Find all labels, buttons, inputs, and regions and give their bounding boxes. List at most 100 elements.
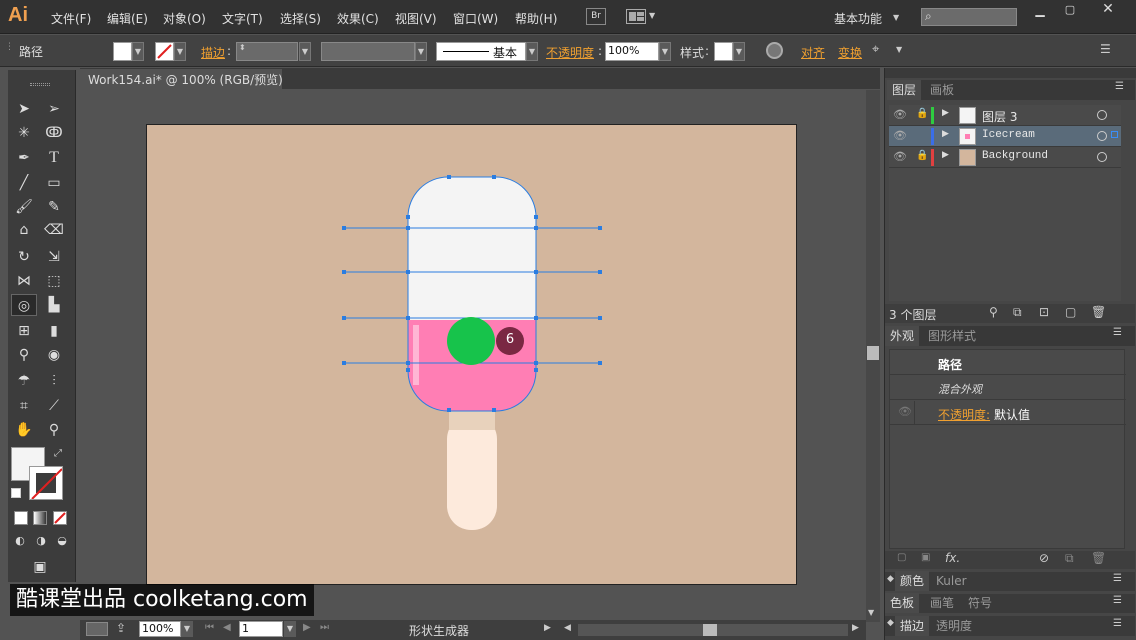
eye-icon[interactable]: 👁 (893, 108, 907, 121)
zoom-input[interactable]: 100% (139, 621, 181, 637)
horizontal-scrollbar[interactable] (578, 624, 848, 636)
zoom-dropdown[interactable]: ▼ (181, 621, 193, 637)
layer-row[interactable]: 👁 🔒 ▶ 图层 3 (889, 105, 1121, 126)
bridge-button[interactable]: Br (586, 8, 606, 25)
brush-dropdown[interactable]: ▼ (526, 42, 538, 61)
variable-width-dropdown[interactable]: ▼ (415, 42, 427, 61)
screen-mode-icon[interactable]: ▣ (27, 556, 53, 578)
layer-name[interactable]: Background (982, 150, 1048, 162)
artboard-tool-icon[interactable]: ⌗ (13, 395, 35, 417)
status-menu-icon[interactable]: ▶ (544, 623, 551, 633)
menu-effect[interactable]: 效果(C) (337, 10, 379, 27)
transform-link[interactable]: 变换 (838, 44, 862, 61)
chevron-down-icon[interactable]: ▼ (893, 13, 899, 22)
slice-tool-icon[interactable]: ⟋ (43, 395, 65, 417)
hand-tool-icon[interactable]: ✋ (13, 419, 35, 441)
clear-appearance-icon[interactable]: ⊘ (1039, 551, 1049, 565)
menu-select[interactable]: 选择(S) (280, 10, 321, 27)
recolor-artwork-icon[interactable] (766, 42, 783, 59)
h-scroll-thumb[interactable] (703, 624, 717, 636)
scroll-left-icon[interactable]: ◀ (564, 623, 571, 633)
first-artboard-icon[interactable]: ⏮ (205, 622, 214, 633)
expand-icon[interactable]: ◆ (887, 574, 894, 584)
workspace-switcher[interactable]: 基本功能 (834, 10, 882, 27)
layer-row[interactable]: 👁 🔒 ▶ Background (889, 147, 1121, 168)
magic-wand-tool-icon[interactable]: ✳ (13, 122, 35, 144)
graphic-style-swatch[interactable] (714, 42, 733, 61)
lock-icon[interactable]: 🔒 (916, 150, 928, 161)
blob-brush-tool-icon[interactable]: ⌂ (13, 219, 35, 241)
graphic-style-dropdown[interactable]: ▼ (733, 42, 745, 61)
free-transform-tool-icon[interactable]: ⬚ (43, 270, 65, 292)
perspective-grid-tool-icon[interactable]: ▙ (43, 294, 65, 316)
symbol-sprayer-tool-icon[interactable]: ☂ (13, 370, 35, 392)
width-tool-icon[interactable]: ⋈ (13, 270, 35, 292)
add-fill-icon[interactable]: ▣ (921, 552, 930, 563)
artwork[interactable] (147, 125, 798, 586)
new-layer-icon[interactable]: ▢ (1065, 305, 1076, 319)
stroke-dropdown[interactable]: ▼ (174, 42, 186, 61)
panel-menu-icon[interactable]: ☰ (1100, 42, 1111, 56)
expand-icon[interactable]: ◆ (887, 618, 894, 628)
tab-transparency[interactable]: 透明度 (931, 616, 977, 636)
target-icon[interactable] (1097, 152, 1107, 162)
selection-tool-icon[interactable]: ➤ (13, 98, 35, 120)
layer-row-selected[interactable]: 👁 ▶ Icecream (889, 126, 1121, 147)
blend-tool-icon[interactable]: ◉ (43, 344, 65, 366)
menu-help[interactable]: 帮助(H) (515, 10, 557, 27)
tab-artboards[interactable]: 画板 (925, 80, 959, 100)
tab-stroke[interactable]: 描边 (895, 616, 930, 636)
layer-name[interactable]: 图层 3 (982, 108, 1017, 125)
tab-appearance[interactable]: 外观 (885, 326, 920, 346)
target-icon[interactable] (1097, 131, 1107, 141)
stroke-label[interactable]: 描边 (201, 44, 225, 61)
tab-symbols[interactable]: 符号 (963, 593, 997, 613)
maximize-button[interactable]: ▢ (1058, 3, 1082, 19)
tab-brushes[interactable]: 画笔 (925, 593, 959, 613)
status-icon[interactable] (86, 622, 108, 636)
expand-arrow-icon[interactable]: ▶ (942, 150, 949, 160)
trash-icon[interactable]: 🗑 (1091, 551, 1106, 565)
column-graph-tool-icon[interactable]: ⫶ (43, 370, 65, 392)
document-tab[interactable]: Work154.ai* @ 100% (RGB/预览) (80, 69, 283, 90)
menu-object[interactable]: 对象(O) (163, 10, 206, 27)
lock-icon[interactable]: 🔒 (916, 108, 928, 119)
none-mode-icon[interactable] (53, 511, 67, 525)
default-colors-icon[interactable] (11, 488, 21, 498)
toolbox-grip[interactable] (30, 83, 50, 86)
add-stroke-icon[interactable]: ▢ (897, 552, 906, 563)
artboard[interactable]: 6 (146, 124, 797, 585)
arrange-documents-icon[interactable] (626, 9, 646, 24)
panel-menu-icon[interactable]: ☰ (1113, 618, 1122, 629)
paintbrush-tool-icon[interactable]: 🖌 (13, 196, 35, 218)
new-sublayer-icon[interactable]: ⊡ (1039, 305, 1049, 319)
rectangle-tool-icon[interactable]: ▭ (43, 172, 65, 194)
swap-colors-icon[interactable]: ⤢ (54, 448, 62, 459)
vertical-scrollbar[interactable]: ▼ (866, 90, 880, 622)
menu-edit[interactable]: 编辑(E) (107, 10, 148, 27)
chevron-down-icon[interactable]: ▼ (649, 11, 655, 20)
fx-button[interactable]: fx. (945, 551, 960, 565)
scroll-down-icon[interactable]: ▼ (868, 608, 874, 617)
panel-menu-icon[interactable]: ☰ (1113, 595, 1122, 606)
gradient-tool-icon[interactable]: ▮ (43, 320, 65, 342)
stroke-swatch[interactable] (155, 42, 174, 61)
color-mode-icon[interactable] (14, 511, 28, 525)
chevron-down-icon[interactable]: ▼ (896, 45, 902, 54)
eye-icon[interactable]: 👁 (898, 405, 912, 418)
tab-swatches[interactable]: 色板 (885, 593, 920, 613)
brush-definition-field[interactable]: 基本 (436, 42, 526, 61)
share-icon[interactable]: ⇪ (116, 621, 126, 635)
opacity-label[interactable]: 不透明度 (546, 44, 594, 61)
artboard-dropdown[interactable]: ▼ (284, 621, 296, 637)
stroke-weight-field[interactable]: ⬍ (236, 42, 298, 61)
draw-inside-icon[interactable]: ◒ (53, 532, 71, 550)
layer-name[interactable]: Icecream (982, 129, 1035, 141)
isolate-icon[interactable]: ⌖ (872, 42, 879, 57)
tab-layers[interactable]: 图层 (887, 80, 922, 100)
stroke-weight-dropdown[interactable]: ▼ (299, 42, 311, 61)
shape-builder-tool-icon[interactable]: ◎ (11, 294, 37, 316)
search-input[interactable]: ⌕ (921, 8, 1017, 26)
variable-width-field[interactable] (321, 42, 415, 61)
rotate-tool-icon[interactable]: ↻ (13, 246, 35, 268)
